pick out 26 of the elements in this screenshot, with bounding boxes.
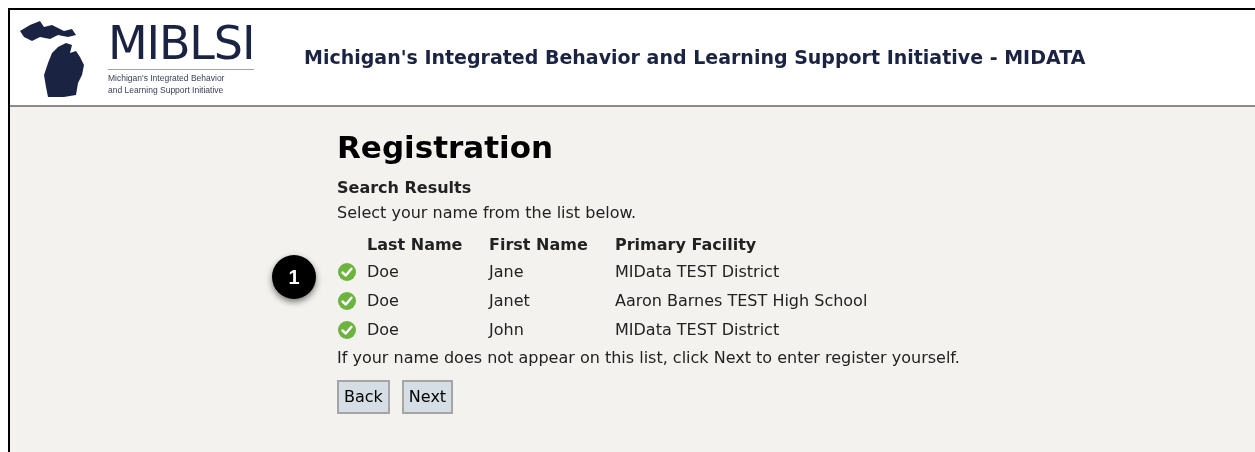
logo-wordmark: MIBLSI (108, 19, 255, 67)
check-icon (337, 319, 357, 340)
site-title: Michigan's Integrated Behavior and Learning Support Initiative - MIDATA (304, 45, 1086, 71)
column-header: Primary Facility (615, 234, 758, 256)
table-cell-text: Doe (367, 260, 400, 283)
table-cell-text: Doe (367, 318, 400, 341)
page-heading: Registration (337, 128, 554, 167)
table-cell-text: Janet (489, 289, 531, 312)
table-cell-text: MIData TEST District (615, 260, 781, 283)
table-cell-text: Doe (367, 289, 400, 312)
note-text: If your name does not appear on this list, click Next to enter register yourself. (337, 347, 961, 369)
step-callout: 1 (272, 255, 316, 299)
column-header: Last Name (367, 234, 464, 256)
nav-button[interactable]: Next (401, 380, 454, 414)
check-icon (337, 261, 357, 282)
check-icon (337, 290, 357, 311)
nav-button[interactable]: Back (337, 380, 390, 414)
logo-subtitle: Michigan's Integrated Behavior (108, 72, 226, 84)
instruction-text: Select your name from the list below. (337, 202, 638, 224)
logo-subtitle: and Learning Support Initiative (108, 84, 225, 96)
table-cell-text: Jane (489, 260, 525, 283)
column-header: First Name (489, 234, 589, 256)
table-cell-text: Aaron Barnes TEST High School (615, 289, 869, 312)
table-cell-text: John (489, 318, 525, 341)
table-cell-text: MIData TEST District (615, 318, 781, 341)
section-heading: Search Results (337, 177, 473, 199)
